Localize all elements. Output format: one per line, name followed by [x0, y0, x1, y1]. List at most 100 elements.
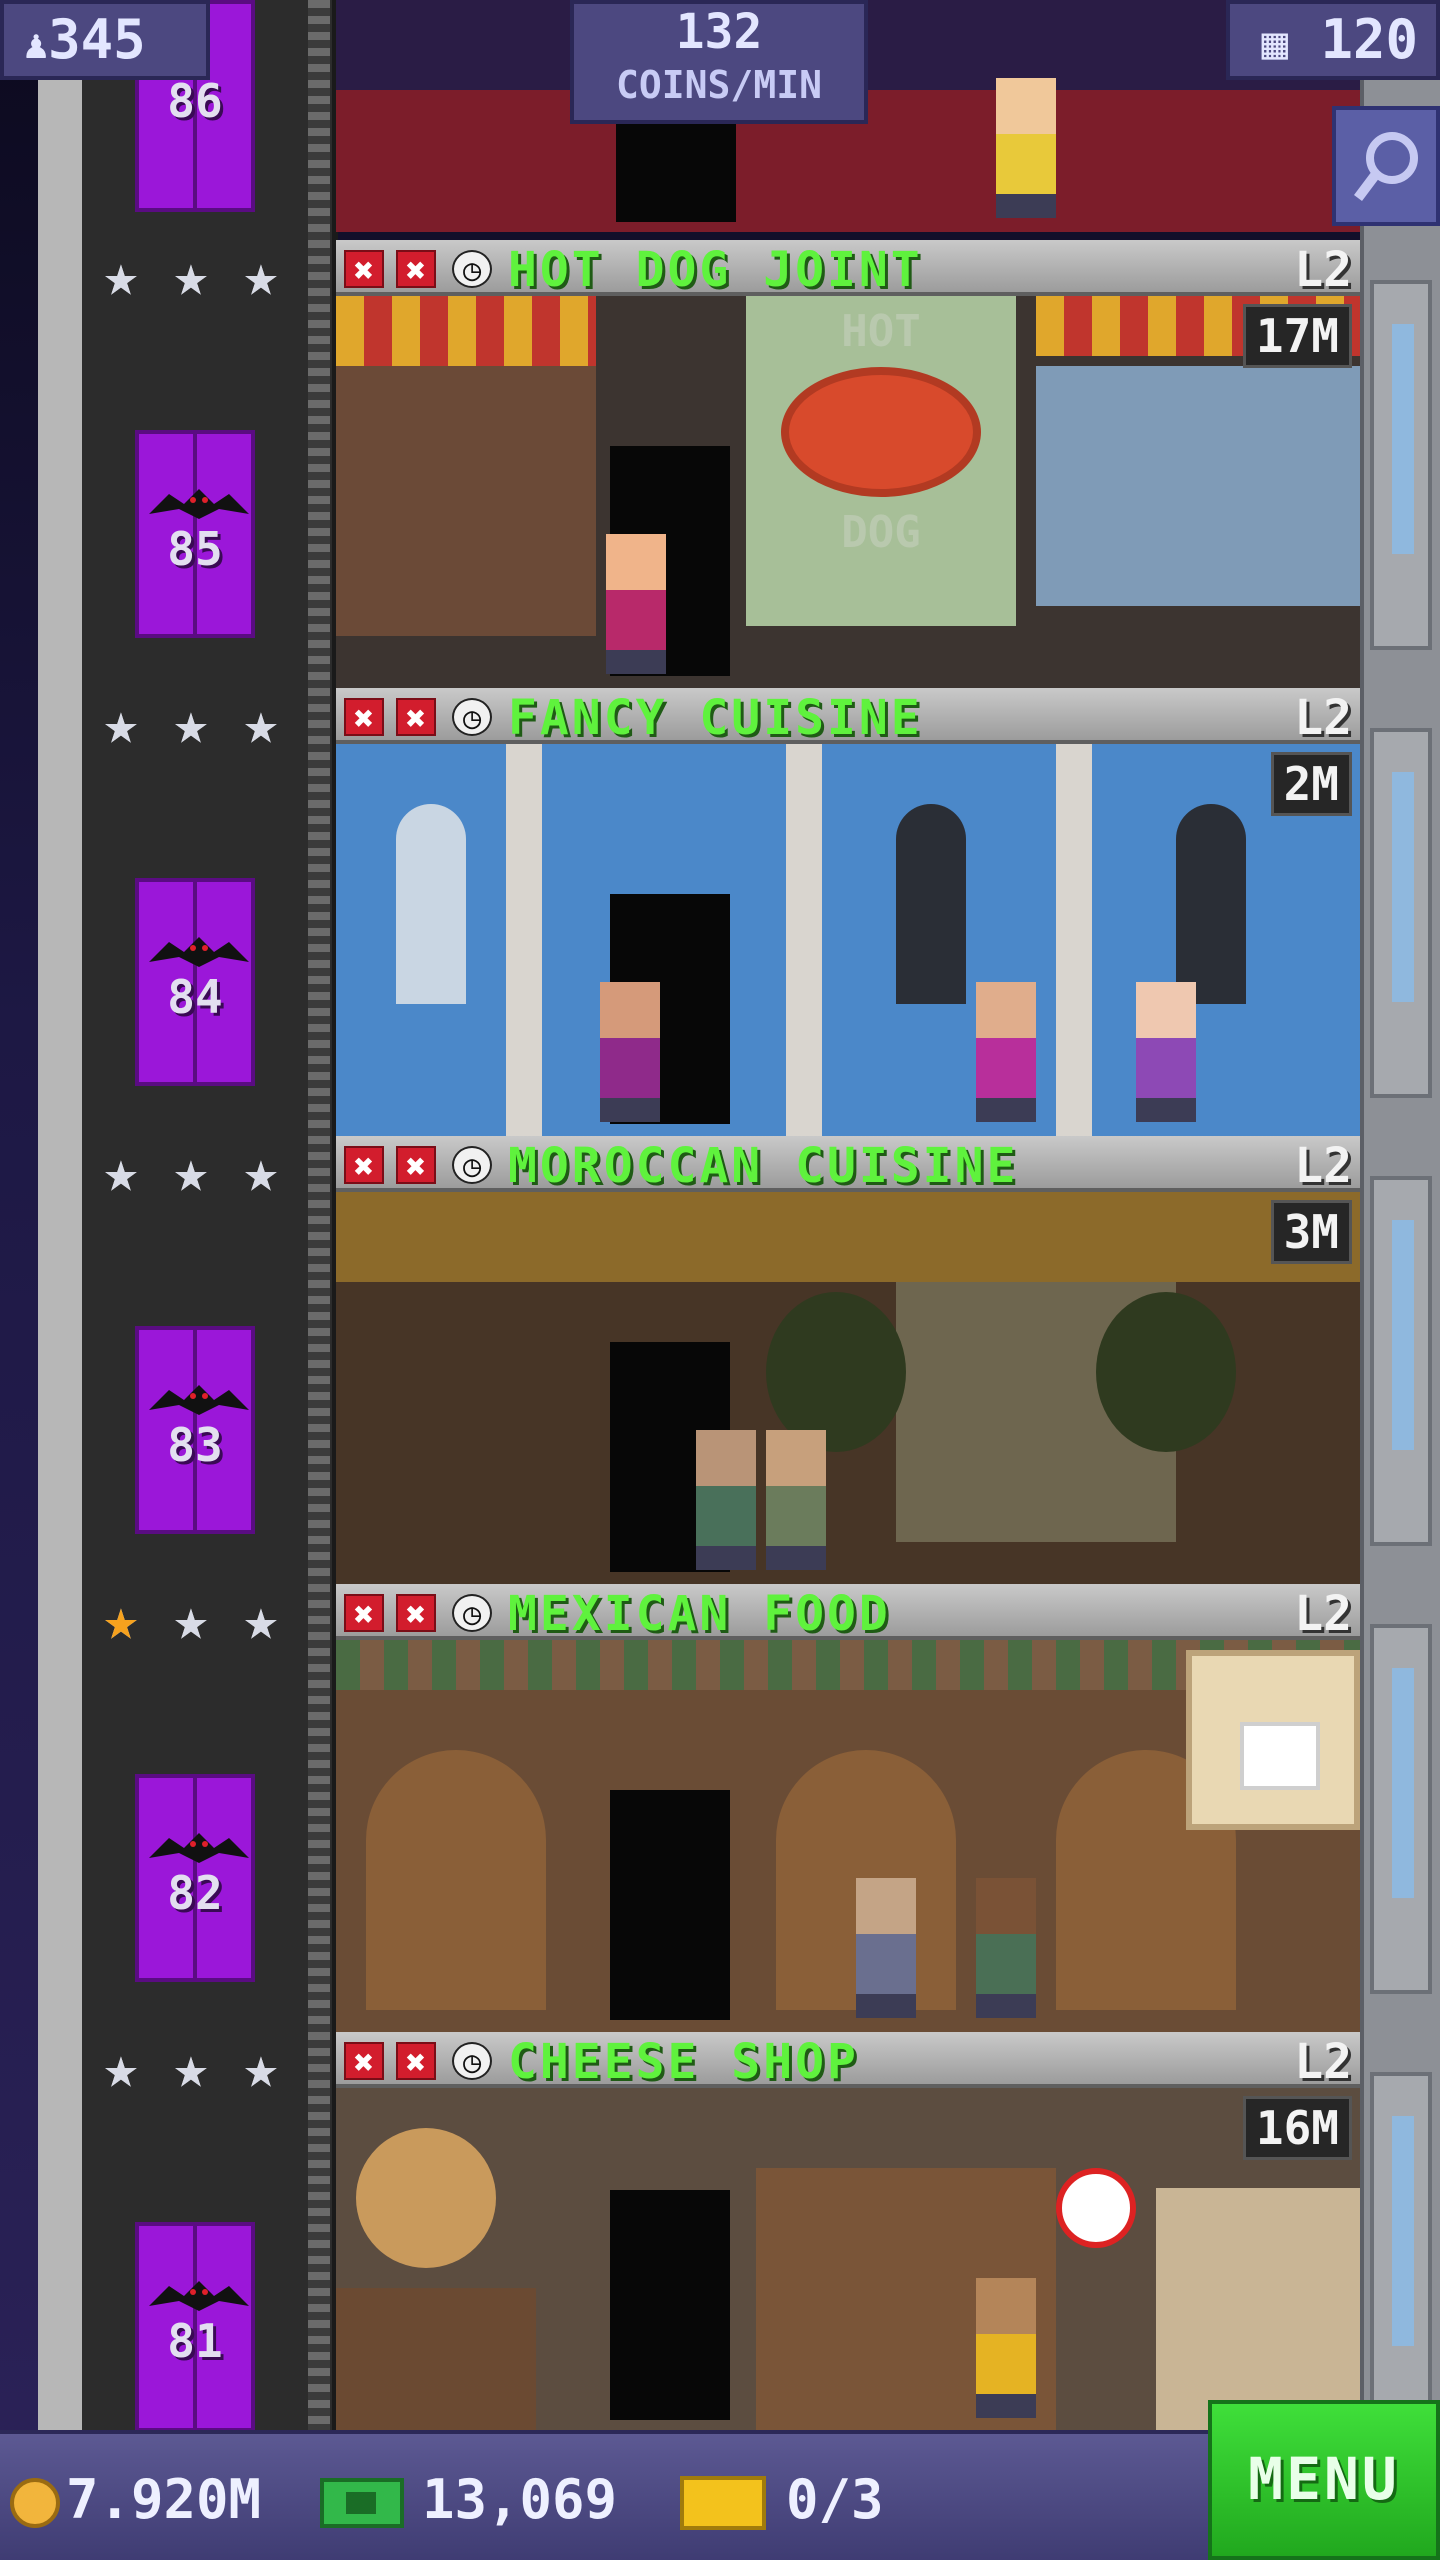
restock-timer: 2M [1270, 752, 1352, 816]
population-counter[interactable]: ♟345 [0, 0, 210, 80]
floor-level: L2 [1294, 1138, 1352, 1194]
window [1036, 366, 1360, 606]
coins-rate-value: 132 [675, 4, 763, 60]
star-icon: ★ [103, 1137, 139, 1205]
wall-window [1370, 280, 1432, 650]
floor-counter[interactable]: ▦ 120 [1226, 0, 1440, 80]
building-icon: ▦ [1261, 18, 1288, 69]
floor-stars: ★ ★ ★ [92, 1142, 312, 1212]
arched-window [1176, 804, 1246, 1004]
floor-name: FANCY CUISINE [508, 690, 923, 746]
resident[interactable] [600, 982, 660, 1122]
wall-window [1370, 1176, 1432, 1546]
elevator-floor-number: 86 [167, 74, 223, 128]
x-icon: ✖ [396, 250, 436, 290]
floor-hot-dog-joint[interactable]: ✖ ✖ ◷ HOT DOG JOINT L2 17M HOT DOG [336, 240, 1360, 688]
population-value: 345 [48, 8, 146, 71]
resident[interactable] [696, 1430, 756, 1570]
ticket-counter[interactable]: 0/3 [680, 2470, 884, 2531]
magnifier-icon [1354, 132, 1418, 201]
floor-title-bar: ✖ ✖ ◷ HOT DOG JOINT L2 [336, 240, 1360, 298]
clock-icon: ◷ [452, 1146, 492, 1184]
elevator-floor-number: 83 [167, 1418, 223, 1472]
star-icon: ★ [173, 689, 209, 757]
floor-title-bar: ✖ ✖ ◷ CHEESE SHOP L2 [336, 2032, 1360, 2090]
resident[interactable] [766, 1430, 826, 1570]
resident[interactable] [996, 78, 1056, 218]
room-door [610, 2190, 730, 2420]
sign-text-bottom: DOG [841, 507, 921, 558]
floor-cheese-shop[interactable]: ✖ ✖ ◷ CHEESE SHOP L2 16M [336, 2032, 1360, 2432]
floor-name: CHEESE SHOP [508, 2034, 859, 2090]
floor-fancy-cuisine[interactable]: ✖ ✖ ◷ FANCY CUISINE L2 2M [336, 688, 1360, 1136]
sky-background [0, 0, 40, 2560]
room-interior: HOT DOG [336, 296, 1360, 688]
elevator-floor-number: 81 [167, 2314, 223, 2368]
column [506, 744, 542, 1136]
bux-balance-value: 13,069 [422, 2468, 618, 2531]
star-icon: ★ [173, 241, 209, 309]
x-icon: ✖ [344, 250, 384, 290]
elevator-car[interactable]: 85 [135, 430, 255, 638]
arch-wall [366, 1750, 546, 2010]
floor-moroccan-cuisine[interactable]: ✖ ✖ ◷ MOROCCAN CUISINE L2 3M [336, 1136, 1360, 1584]
elevator-car[interactable]: 81 [135, 2222, 255, 2432]
bat-icon [149, 1833, 249, 1863]
bux-balance[interactable]: 13,069 [320, 2470, 617, 2530]
ceiling-drape [336, 1192, 1360, 1282]
bat-icon [149, 937, 249, 967]
sign-text-top: HOT [841, 306, 921, 357]
resident[interactable] [976, 982, 1036, 1122]
star-icon: ★ [243, 2033, 279, 2101]
search-button[interactable] [1332, 106, 1440, 226]
wall-window [1370, 728, 1432, 1098]
star-icon: ★ [173, 1585, 209, 1653]
coin-icon [10, 2478, 60, 2529]
floor-stars: ★ ★ ★ [92, 2038, 312, 2108]
resident[interactable] [856, 1878, 916, 2018]
floor-level: L2 [1294, 1586, 1352, 1642]
floor-level: L2 [1294, 242, 1352, 298]
floor-stars: ★ ★ ★ [92, 694, 312, 764]
cash-icon [320, 2478, 404, 2529]
coin-balance-value: 7.920M [66, 2468, 262, 2531]
room-interior [336, 2088, 1360, 2432]
bat-icon [149, 1385, 249, 1415]
wall-window [1370, 2072, 1432, 2442]
restock-timer: 3M [1270, 1200, 1352, 1264]
floor-name: HOT DOG JOINT [508, 242, 923, 298]
hot-dog-sign: HOT DOG [746, 296, 1016, 626]
restock-timer: 16M [1242, 2096, 1352, 2160]
resident[interactable] [1136, 982, 1196, 1122]
bat-icon [149, 2281, 249, 2311]
column [786, 744, 822, 1136]
food-shelves [336, 366, 596, 636]
star-icon: ★ [243, 1137, 279, 1205]
coins-rate-panel: 132 COINS/MIN [570, 0, 868, 124]
x-icon: ✖ [344, 698, 384, 738]
x-icon: ✖ [396, 1146, 436, 1186]
resident[interactable] [606, 534, 666, 674]
x-icon: ✖ [396, 2042, 436, 2082]
resident[interactable] [976, 2278, 1036, 2418]
star-icon: ★ [103, 1585, 139, 1653]
elevator-floor-number: 84 [167, 970, 223, 1024]
clock-icon: ◷ [452, 2042, 492, 2080]
elevator-car[interactable]: 82 [135, 1774, 255, 1982]
resident[interactable] [976, 1878, 1036, 2018]
arched-window [896, 804, 966, 1004]
coin-balance[interactable]: 7.920M [10, 2470, 261, 2530]
elevator-car[interactable]: 83 [135, 1326, 255, 1534]
menu-button[interactable]: MENU [1208, 2400, 1440, 2560]
x-icon: ✖ [396, 1594, 436, 1634]
palm-plant [1096, 1292, 1236, 1452]
star-icon: ★ [243, 689, 279, 757]
elevator-floor-number: 82 [167, 1866, 223, 1920]
elevator-car[interactable]: 84 [135, 878, 255, 1086]
floor-name: MOROCCAN CUISINE [508, 1138, 1019, 1194]
floor-name: MEXICAN FOOD [508, 1586, 891, 1642]
room-interior [336, 744, 1360, 1136]
pot-button[interactable] [1186, 1650, 1360, 1830]
hot-dog-icon [781, 367, 981, 497]
x-icon: ✖ [344, 1594, 384, 1634]
